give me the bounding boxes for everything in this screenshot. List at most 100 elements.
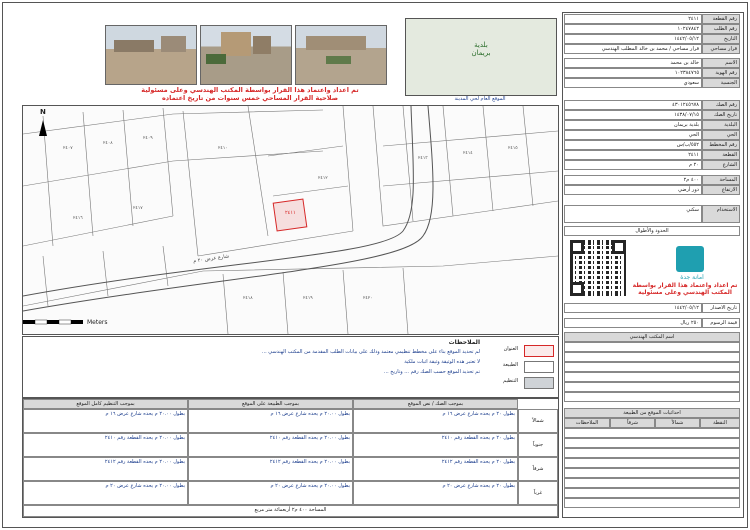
parcel-number-4: ٢٤١٠ (218, 146, 228, 151)
header-value-1: ١٠٢٤٧٨٤٢ (564, 24, 702, 34)
parcel-number-7: ٢٤١٤ (463, 151, 473, 156)
coords-row (564, 428, 740, 438)
qr-caption: تم اعداد واعتماد هذا القرار بواسطة المكت… (632, 282, 738, 296)
blank-row (564, 372, 740, 382)
field-value: الحي (564, 130, 702, 140)
location-box-label: بلدية بريمان (471, 41, 491, 57)
field-label: الشارع (702, 160, 740, 170)
field-value: سكني (564, 205, 702, 223)
parcel-number-3: ٢٤٠٩ (143, 136, 153, 141)
parcel-number-11: ٢٤١٨ (243, 296, 253, 301)
office-label: اسم المكتب الهندسي (564, 332, 740, 342)
legend-swatch-3 (524, 377, 554, 389)
coords-row (564, 488, 740, 498)
site-map: N Meters شارع عرض ٢٠ م ٢٤١١ ٢٤٠٧ ٢٤٠٨ ٢٤… (22, 105, 559, 335)
north-label: N (40, 108, 46, 116)
header-field-1: رقم الطلب (702, 24, 740, 34)
header-field-3: قرار مساحي (702, 44, 740, 54)
area-row: المساحة ٤٠٠ م٢ أربعمائة متر مربع (23, 505, 558, 517)
dims-title: الحدود والأطوال (564, 226, 740, 236)
qr-code (570, 240, 626, 296)
blank-row (564, 362, 740, 372)
coords-row (564, 448, 740, 458)
location-caption: الموقع العام لحي المدينة (454, 96, 506, 102)
legend-label-3: التنظيم (503, 378, 518, 384)
field-label: الاسم (702, 58, 740, 68)
notes-line-1: لم تحديد الموقع بناء على مخطط تنظيمي معت… (261, 349, 480, 355)
field-value: ١٠٢٣٨٤٧٦٥ (564, 68, 702, 78)
issue-date-value: ١٤٤٢/٠٥/١٢ (564, 303, 702, 313)
parcel-number-1: ٢٤٠٧ (63, 146, 73, 151)
notes-title: الملاحظات (448, 339, 480, 346)
notes-panel: الملاحظات لم تحديد الموقع بناء على مخطط … (22, 336, 559, 398)
coords-header: النقطة (700, 418, 740, 428)
header-field-0: رقم القطعة (702, 14, 740, 24)
approval-line-2: صلاحية القرار المساحي خمس سنوات من تاريخ… (161, 94, 339, 102)
blank-row (564, 352, 740, 362)
field-label: الاستخدام (702, 205, 740, 223)
field-label: تاريخ الصك (702, 110, 740, 120)
scale-label: Meters (87, 319, 108, 326)
field-label: الارتفاع (702, 185, 740, 195)
table-row-dir: شمالاً (518, 409, 558, 433)
header-value-2: ١٤٤٢/٠٥/١٢ (564, 34, 702, 44)
field-value: ٤٠٠ م٢ (564, 175, 702, 185)
table-row-cell: بطول ٢٠.٠٠ م يحده شارع عرض ٢٠ م (188, 481, 353, 505)
field-value: ٢٤١١ (564, 150, 702, 160)
fee-label: قيمة الرسوم (702, 318, 740, 328)
table-row-cell: بطول ٢٠ م يحده شارع عرض ١٦ م (353, 409, 518, 433)
parcel-number-12: ٢٤١٩ (303, 296, 313, 301)
parcel-number-9: ٢٤١٦ (73, 216, 83, 221)
coords-row (564, 478, 740, 488)
blank-row (564, 392, 740, 402)
blank-row (564, 382, 740, 392)
legend-swatch-2 (524, 361, 554, 373)
coords-title: احداثيات الموقع من الطبيعة (564, 408, 740, 418)
field-value: ١٤٣٨/٠٧/١٥ (564, 110, 702, 120)
notes-line-2: لا تعتبر هذه الوثيقة وثيقة اثبات ملكية (404, 359, 480, 365)
notes-line-3: تم تحديد الموقع حسب الصك رقم ... وتاريخ … (383, 369, 480, 375)
field-value: ٥٥٢/ب/س (564, 140, 702, 150)
field-label: المساحة (702, 175, 740, 185)
field-value: ٤٣٠١٢٤٥٦٧٨ (564, 100, 702, 110)
site-photo-2 (200, 25, 292, 85)
issue-date-label: تاريخ الاصدار (702, 303, 740, 313)
header-value-3: قرار مساحي / محمد بن خالد المطلب الهندسي (564, 44, 702, 54)
field-label: رقم المخطط (702, 140, 740, 150)
location-box: بلدية بريمان (405, 18, 557, 96)
jeddah-logo-icon (676, 246, 704, 272)
field-value: دور أرضي (564, 185, 702, 195)
legend-swatch-1 (524, 345, 554, 357)
field-label: رقم الهوية (702, 68, 740, 78)
table-header-col3: بموجب التنظيم كامل الموقع (23, 399, 188, 409)
field-label: الجنسية (702, 78, 740, 88)
field-value: بلدية بريمان (564, 120, 702, 130)
legend-label-1: العنوان (503, 346, 518, 352)
blank-row (564, 342, 740, 352)
coords-row (564, 458, 740, 468)
table-row-dir: شرقاً (518, 457, 558, 481)
parcel-number-5: ٢٤١٢ (318, 176, 328, 181)
table-row-cell: بطول ٢٠.٠٠ م يحده القطعة رقم ٢٤١٠ (23, 433, 188, 457)
table-row-dir: جنوباً (518, 433, 558, 457)
coords-header: الملاحظات (564, 418, 610, 428)
field-label: القطعة (702, 150, 740, 160)
field-label: رقم الصك (702, 100, 740, 110)
table-row-cell: بطول ٢٠ م يحده شارع عرض ٢٠ م (353, 481, 518, 505)
parcel-number-2: ٢٤٠٨ (103, 141, 113, 146)
table-row-cell: بطول ٢٠.٠٠ م يحده شارع عرض ١٦ م (188, 409, 353, 433)
table-row-cell: بطول ٢٠.٠٠ م يحده القطعة رقم ٢٤١٢ (23, 457, 188, 481)
coords-header: شرقاً (610, 418, 655, 428)
table-row-cell: بطول ٢٠.٠٠ م يحده شارع عرض ١٦ م (23, 409, 188, 433)
parcel-number-13: ٢٤٢٠ (363, 296, 373, 301)
approval-line-1: تم اعداد واعتماد هذا القرار بواسطة المكت… (141, 86, 359, 94)
table-row-cell: بطول ٢٠ م يحده القطعة رقم ٢٤١٢ (353, 457, 518, 481)
north-arrow-icon (39, 120, 47, 136)
field-value: ٢٠ م (564, 160, 702, 170)
table-header-col2: بموجب الطبيعة على الموقع (188, 399, 353, 409)
table-row-cell: بطول ٢٠.٠٠ م يحده القطعة رقم ٢٤١٠ (188, 433, 353, 457)
header-value-0: ٢٤١١ (564, 14, 702, 24)
header-field-2: التاريخ (702, 34, 740, 44)
field-label: البلدية (702, 120, 740, 130)
company-name: أمانة جدة (680, 274, 704, 281)
